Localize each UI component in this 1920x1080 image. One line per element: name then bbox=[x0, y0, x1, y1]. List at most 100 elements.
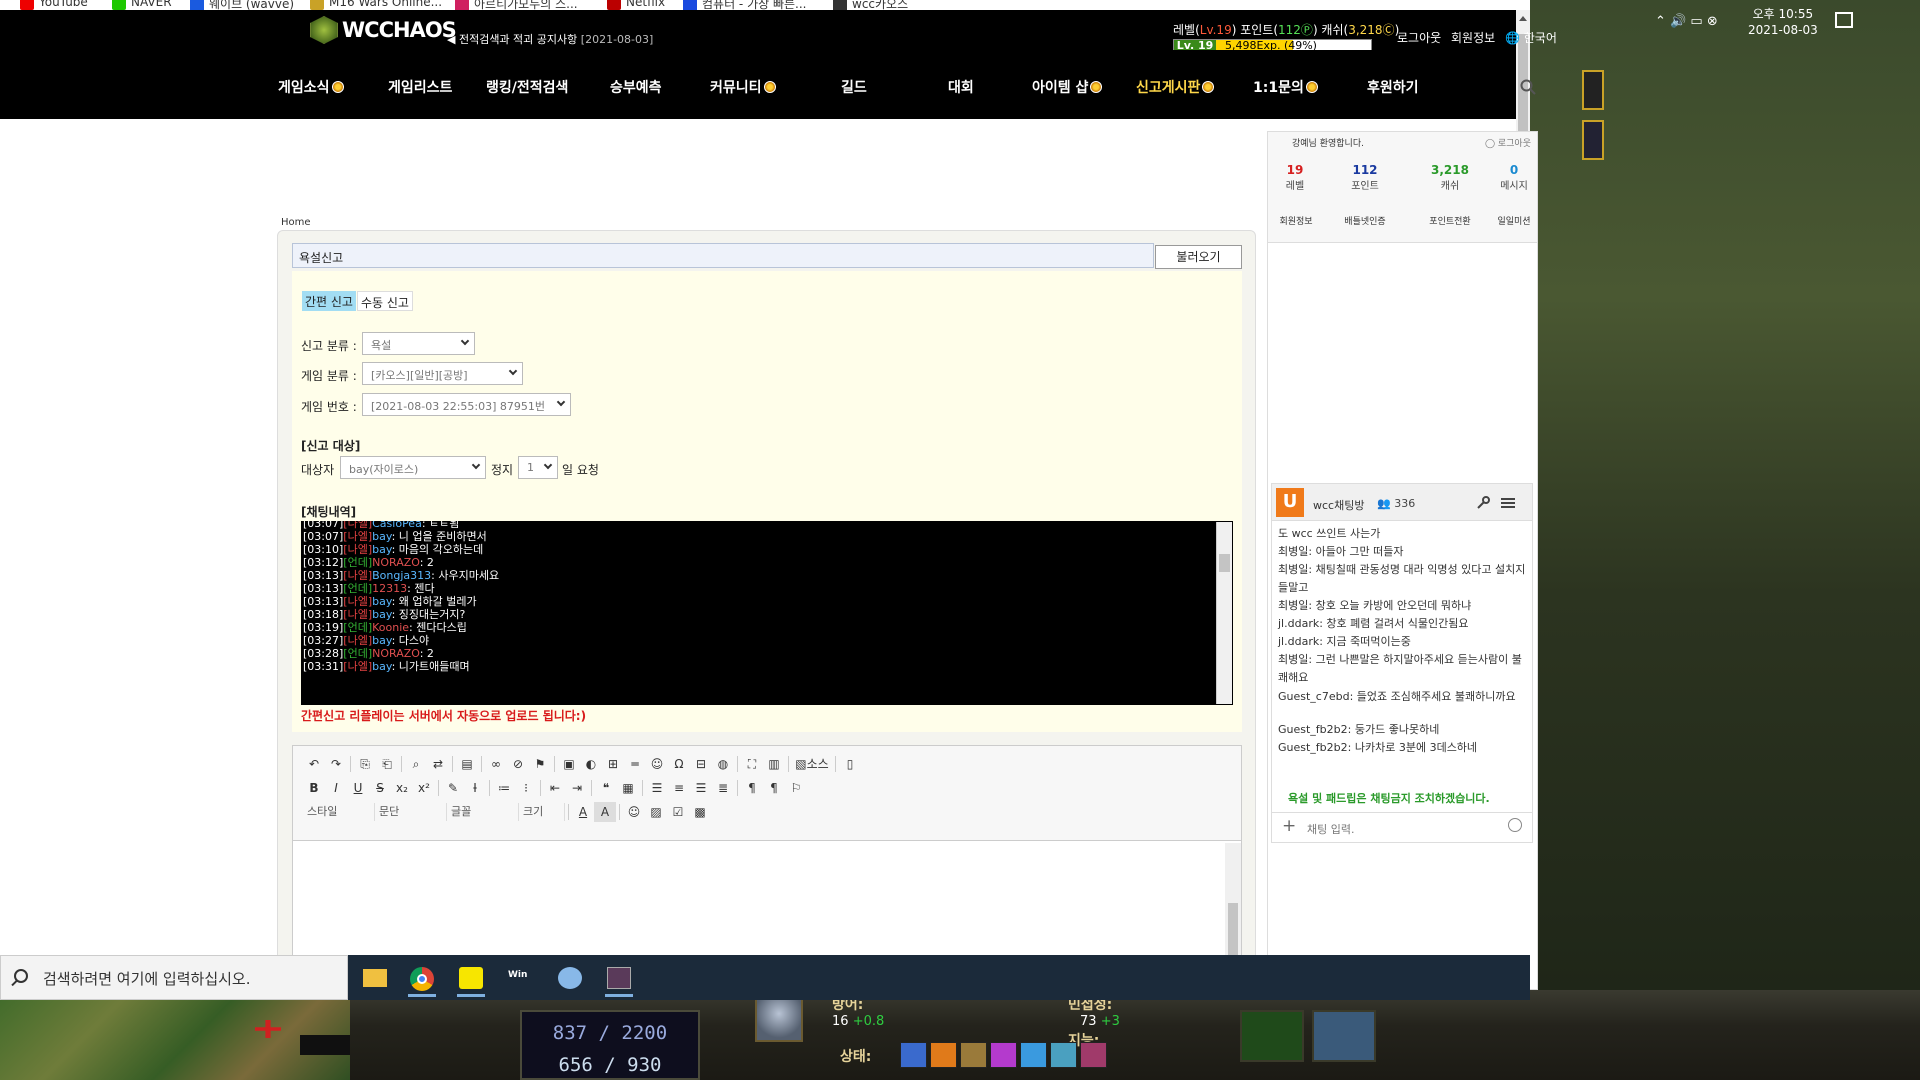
item-slot[interactable] bbox=[1240, 1010, 1304, 1062]
stat-level[interactable]: 19 레벨 bbox=[1275, 163, 1315, 192]
nav-game-list[interactable]: 게임리스트 bbox=[388, 77, 452, 97]
bookmark-netflix[interactable]: Netflix bbox=[607, 0, 665, 10]
nav-tournament[interactable]: 대회 bbox=[948, 77, 974, 97]
remove-format-icon[interactable]: Ɨ bbox=[464, 778, 486, 798]
bookmark-wavve[interactable]: 웨이브 (wavve) bbox=[190, 0, 294, 10]
format-combo[interactable]: 문단 bbox=[375, 803, 447, 821]
align-left-icon[interactable]: ☰ bbox=[646, 778, 668, 798]
nav-ranking[interactable]: 랭킹/전적검색 bbox=[486, 77, 568, 97]
checkbox-icon[interactable]: ☑ bbox=[667, 802, 689, 822]
table-icon[interactable]: ⊞ bbox=[602, 754, 624, 774]
iframe-icon[interactable]: ◍ bbox=[712, 754, 734, 774]
bold-icon[interactable]: B bbox=[303, 778, 325, 798]
nav-item-shop[interactable]: 아이템 샵 bbox=[1032, 77, 1103, 97]
notification-icon[interactable] bbox=[1835, 12, 1853, 28]
nav-guild[interactable]: 길드 bbox=[841, 77, 867, 97]
source-button[interactable]: ▧소스 bbox=[792, 754, 832, 774]
language-icon[interactable]: ⚐ bbox=[785, 778, 807, 798]
outdent-icon[interactable]: ⇤ bbox=[544, 778, 566, 798]
game-type-select[interactable]: [카오스][일반][공방] bbox=[362, 362, 523, 385]
taskbar-search[interactable]: 검색하려면 여기에 입력하십시오. bbox=[0, 955, 348, 1000]
menu-battlenet[interactable]: 배틀넷인증 bbox=[1335, 214, 1395, 227]
winning-icon[interactable]: Win bbox=[503, 961, 539, 995]
nav-report-board[interactable]: 신고게시판 bbox=[1136, 77, 1215, 97]
anchor-icon[interactable]: ⚑ bbox=[529, 754, 551, 774]
stat-message[interactable]: 0 메시지 bbox=[1498, 163, 1530, 192]
ban-days-select[interactable]: 1 bbox=[518, 456, 558, 479]
nav-prediction[interactable]: 승부예측 bbox=[610, 77, 662, 97]
warning-icon[interactable]: ⊗ bbox=[1707, 14, 1718, 29]
flash-icon[interactable]: ◐ bbox=[580, 754, 602, 774]
tab-manual-report[interactable]: 수동 신고 bbox=[357, 291, 413, 311]
stat-cash[interactable]: 3,218 캐쉬 bbox=[1420, 163, 1480, 192]
chrome-icon[interactable] bbox=[404, 961, 440, 997]
bg-color-icon[interactable]: A bbox=[594, 802, 616, 822]
network-icon[interactable]: ▭ bbox=[1690, 14, 1702, 29]
underline-icon[interactable]: U bbox=[347, 778, 369, 798]
kakaotalk-icon[interactable] bbox=[453, 961, 489, 997]
category-select[interactable]: 욕설 bbox=[362, 332, 475, 355]
subscript-icon[interactable]: x₂ bbox=[391, 778, 413, 798]
scroll-up-icon[interactable] bbox=[1519, 16, 1527, 21]
blockquote-icon[interactable]: ❝ bbox=[595, 778, 617, 798]
menu-daily-mission[interactable]: 일일미션 bbox=[1495, 214, 1533, 227]
media-icon[interactable]: ▩ bbox=[689, 802, 711, 822]
special-char-icon[interactable]: Ω bbox=[668, 754, 690, 774]
strike-icon[interactable]: S bbox=[369, 778, 391, 798]
justify-icon[interactable]: ≣ bbox=[712, 778, 734, 798]
hr-icon[interactable]: ═ bbox=[624, 754, 646, 774]
copy-format-icon[interactable]: ✎ bbox=[442, 778, 464, 798]
align-center-icon[interactable]: ≡ bbox=[668, 778, 690, 798]
bookmark-youtube[interactable]: YouTube bbox=[20, 0, 88, 10]
notice-link[interactable]: ◀ 전적검색과 적괴 공지사항 [2021-08-03] bbox=[447, 31, 653, 47]
logout-link[interactable]: 로그아웃 bbox=[1397, 31, 1441, 45]
select-all-icon[interactable]: ▤ bbox=[456, 754, 478, 774]
replace-icon[interactable]: ⇄ bbox=[427, 754, 449, 774]
bookmark-artiga[interactable]: 아르티가모두의 스... bbox=[455, 0, 578, 10]
paint-icon[interactable] bbox=[552, 961, 588, 995]
text-color-icon[interactable]: A bbox=[572, 802, 594, 822]
target-select[interactable]: bay(자이로스) bbox=[340, 456, 486, 479]
load-button[interactable]: 불러오기 bbox=[1155, 245, 1242, 269]
ltr-icon[interactable]: ¶ bbox=[741, 778, 763, 798]
game-no-select[interactable]: [2021-08-03 22:55:03] 87951번 bbox=[362, 393, 571, 416]
report-title-input[interactable]: 욕설신고 bbox=[292, 243, 1154, 268]
emoticon-icon[interactable]: ☺ bbox=[623, 802, 645, 822]
pagebreak-icon[interactable]: ⊟ bbox=[690, 754, 712, 774]
superscript-icon[interactable]: x² bbox=[413, 778, 435, 798]
find-icon[interactable]: ⌕ bbox=[405, 754, 427, 774]
language-link[interactable]: 🌐 한국어 bbox=[1505, 31, 1557, 45]
clock[interactable]: 오후 10:55 2021-08-03 bbox=[1748, 6, 1818, 38]
chevron-up-icon[interactable]: ⌃ bbox=[1655, 14, 1666, 29]
chat-history-box[interactable]: [03:07][나엘]CasioPea: ㅌㅌ됨 [03:07][나엘]bay: … bbox=[301, 521, 1233, 705]
show-blocks-icon[interactable]: ▥ bbox=[763, 754, 785, 774]
undo-icon[interactable]: ↶ bbox=[303, 754, 325, 774]
warcraft-icon[interactable] bbox=[601, 961, 637, 997]
member-info-link[interactable]: 회원정보 bbox=[1451, 31, 1495, 45]
nav-game-news[interactable]: 게임소식 bbox=[278, 77, 344, 97]
bookmark-naver[interactable]: NAVER bbox=[112, 0, 172, 10]
redo-icon[interactable]: ↷ bbox=[325, 754, 347, 774]
bookmark-speed[interactable]: 컴퓨터 - 가장 빠른... bbox=[683, 0, 807, 10]
maximize-icon[interactable]: ⛶ bbox=[741, 754, 763, 774]
new-page-icon[interactable]: ▯ bbox=[839, 754, 861, 774]
size-combo[interactable]: 크기 bbox=[519, 803, 565, 821]
file-explorer-icon[interactable] bbox=[357, 961, 393, 995]
menu-member-info[interactable]: 회원정보 bbox=[1276, 214, 1316, 227]
chat-history-scrollbar[interactable] bbox=[1216, 522, 1232, 704]
numbered-list-icon[interactable]: ≔ bbox=[493, 778, 515, 798]
tab-quick-report[interactable]: 간편 신고 bbox=[302, 291, 356, 311]
logout-link[interactable]: ◯ 로그아웃 bbox=[1485, 136, 1531, 149]
paste-icon[interactable]: ⎘ bbox=[354, 754, 376, 774]
item-slot[interactable] bbox=[1312, 1010, 1376, 1062]
speaker-icon[interactable]: 🔊 bbox=[1670, 14, 1686, 29]
indent-icon[interactable]: ⇥ bbox=[566, 778, 588, 798]
stat-point[interactable]: 112 포인트 bbox=[1335, 163, 1395, 192]
unlink-icon[interactable]: ⊘ bbox=[507, 754, 529, 774]
breadcrumb[interactable]: Home bbox=[281, 217, 311, 228]
nav-community[interactable]: 커뮤니티 bbox=[710, 77, 776, 97]
image-upload-icon[interactable]: ▨ bbox=[645, 802, 667, 822]
bulleted-list-icon[interactable]: ⁝ bbox=[515, 778, 537, 798]
wrench-icon[interactable] bbox=[1476, 496, 1490, 510]
chat-input[interactable]: 채팅 입력. bbox=[1272, 812, 1532, 842]
